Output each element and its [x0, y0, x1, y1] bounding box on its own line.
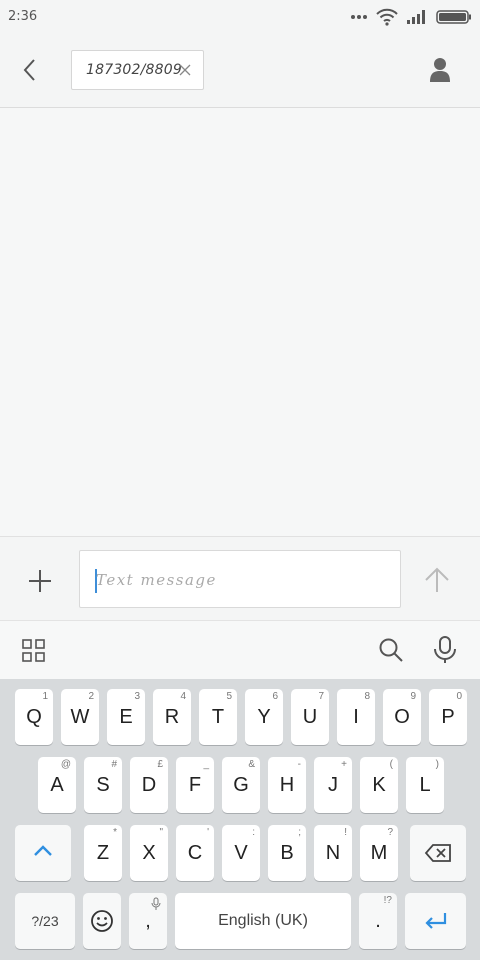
key-s[interactable]: S #: [84, 757, 122, 813]
recipient-number: 187302/8809: [86, 62, 182, 78]
remove-recipient-icon[interactable]: [177, 62, 193, 78]
person-icon: [430, 58, 450, 82]
enter-key[interactable]: [405, 893, 466, 949]
keyboard-toolbar: [0, 620, 480, 680]
key-k[interactable]: K(: [360, 757, 398, 813]
key-g[interactable]: G &: [222, 757, 260, 813]
backspace-key[interactable]: [410, 825, 466, 881]
enter-arrow-icon: [424, 913, 446, 929]
keyboard: Q1 W2 E3 R4 T5 Y6 U7 I8 O9 P0 A @ S # D £ F…: [0, 679, 480, 960]
microphone-icon[interactable]: [432, 636, 458, 664]
battery-icon: [436, 10, 472, 24]
key-l[interactable]: L): [406, 757, 444, 813]
key-c[interactable]: C ': [176, 825, 214, 881]
voice-input-icon: [151, 897, 161, 910]
add-contact-button[interactable]: [422, 52, 458, 88]
key-f[interactable]: F _: [176, 757, 214, 813]
key-j[interactable]: J +: [314, 757, 352, 813]
key-a[interactable]: A @: [38, 757, 76, 813]
plus-icon: [29, 570, 51, 592]
symbols-key[interactable]: ?/23: [15, 893, 75, 949]
key-d[interactable]: D £: [130, 757, 168, 813]
period-key[interactable]: .!?: [359, 893, 397, 949]
comma-key[interactable]: ,: [129, 893, 167, 949]
compose-bar: Text message: [0, 536, 480, 621]
back-button[interactable]: [14, 54, 46, 86]
key-i[interactable]: I8: [337, 689, 375, 745]
key-w[interactable]: W2: [61, 689, 99, 745]
recipient-chip[interactable]: 187302/8809: [71, 50, 204, 90]
key-q[interactable]: Q1: [15, 689, 53, 745]
search-icon[interactable]: [378, 637, 404, 663]
key-v[interactable]: V:: [222, 825, 260, 881]
key-p[interactable]: P0: [429, 689, 467, 745]
space-key[interactable]: English (UK): [175, 893, 351, 949]
attach-button[interactable]: [22, 563, 58, 599]
wifi-icon: [376, 8, 398, 26]
key-x[interactable]: X ": [130, 825, 168, 881]
shift-key[interactable]: [15, 825, 71, 881]
key-y[interactable]: Y6: [245, 689, 283, 745]
key-u[interactable]: U7: [291, 689, 329, 745]
signal-icon: [406, 9, 428, 25]
message-input[interactable]: Text message: [79, 550, 401, 608]
send-button[interactable]: [418, 561, 456, 599]
message-list: [0, 108, 480, 536]
status-time: 2:36: [8, 9, 38, 24]
more-notifications-icon: [350, 14, 368, 20]
message-placeholder: Text message: [96, 571, 217, 589]
back-arrow-icon: [23, 59, 35, 81]
shift-arrow-icon: [34, 845, 52, 856]
key-n[interactable]: N!: [314, 825, 352, 881]
key-o[interactable]: O9: [383, 689, 421, 745]
emoji-icon: [91, 910, 113, 932]
emoji-key[interactable]: [83, 893, 121, 949]
status-bar: 2:36: [0, 0, 480, 34]
key-h[interactable]: H-: [268, 757, 306, 813]
key-r[interactable]: R4: [153, 689, 191, 745]
key-m[interactable]: M?: [360, 825, 398, 881]
key-z[interactable]: Z *: [84, 825, 122, 881]
status-icons: [350, 6, 472, 28]
send-arrow-icon: [425, 567, 449, 592]
backspace-icon: [424, 844, 451, 862]
key-e[interactable]: E3: [107, 689, 145, 745]
apps-grid-icon[interactable]: [22, 639, 46, 663]
key-t[interactable]: T5: [199, 689, 237, 745]
key-b[interactable]: B;: [268, 825, 306, 881]
conversation-header: 187302/8809: [0, 34, 480, 108]
